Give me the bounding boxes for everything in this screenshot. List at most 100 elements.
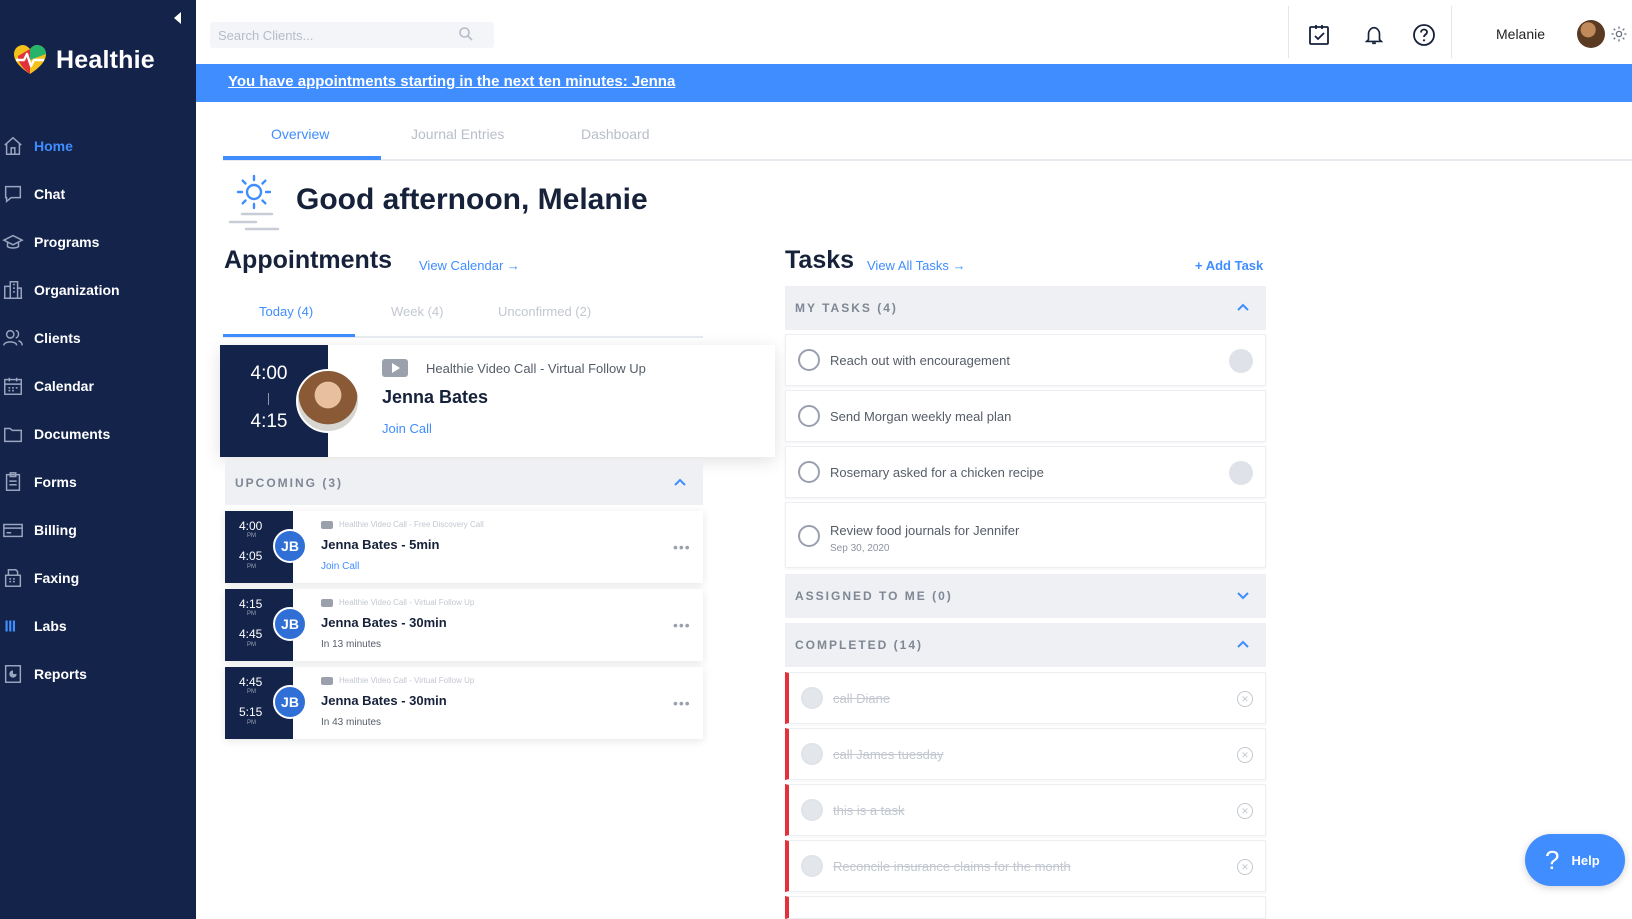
client-name[interactable]: Jenna Bates	[382, 387, 488, 408]
sidebar-item-forms[interactable]: Forms	[0, 458, 196, 506]
completed-checkbox[interactable]	[801, 687, 823, 709]
chevron-up-icon[interactable]	[1236, 637, 1250, 651]
client-initials-avatar[interactable]: JB	[273, 685, 307, 719]
ampm-label: PM	[247, 611, 256, 617]
completed-group-header[interactable]: COMPLETED (14)	[785, 623, 1266, 667]
search-input[interactable]	[218, 27, 448, 43]
sidebar-item-billing[interactable]: Billing	[0, 506, 196, 554]
client-search	[210, 22, 494, 48]
notifications-button[interactable]	[1359, 20, 1389, 50]
featured-appointment-card[interactable]: 4:00 4:15 Healthie Video Call - Virtual …	[220, 345, 775, 457]
completed-checkbox[interactable]	[801, 743, 823, 765]
task-item[interactable]: Send Morgan weekly meal plan	[785, 390, 1266, 442]
assignee-avatar[interactable]	[1229, 461, 1253, 485]
chevron-up-icon[interactable]	[673, 475, 687, 489]
appointment-title[interactable]: Jenna Bates - 5min	[321, 537, 440, 552]
view-all-tasks-link[interactable]: View All Tasks →	[867, 258, 966, 273]
remove-task-icon[interactable]: ✕	[1237, 747, 1253, 763]
chevron-up-icon[interactable]	[1236, 300, 1250, 314]
tab-unconfirmed[interactable]: Unconfirmed (2)	[498, 304, 591, 319]
view-calendar-link[interactable]: View Calendar →	[419, 258, 520, 273]
tab-journal-entries[interactable]: Journal Entries	[411, 126, 504, 142]
healthie-logo-icon	[14, 45, 46, 74]
completed-task-item[interactable]: this is a task ✕	[785, 784, 1266, 836]
assignee-avatar[interactable]	[1229, 349, 1253, 373]
completed-task-item[interactable]: Reconcile insurance claims for the month…	[785, 840, 1266, 892]
upcoming-appointment-card[interactable]: 4:15 PM 4:45 PM JB Healthie Video Call -…	[225, 589, 703, 661]
appointment-title[interactable]: Jenna Bates - 30min	[321, 615, 447, 630]
tasks-checkbox-button[interactable]	[1304, 20, 1334, 50]
sidebar-item-documents[interactable]: Documents	[0, 410, 196, 458]
tab-dashboard[interactable]: Dashboard	[581, 126, 650, 142]
task-item[interactable]: Review food journals for Jennifer Sep 30…	[785, 502, 1266, 568]
task-label: call Diane	[833, 691, 891, 706]
sidebar-item-chat[interactable]: Chat	[0, 170, 196, 218]
appointment-type: Healthie Video Call - Free Discovery Cal…	[339, 520, 484, 529]
my-tasks-group-header[interactable]: MY TASKS (4)	[785, 286, 1266, 330]
task-item[interactable]: Rosemary asked for a chicken recipe	[785, 446, 1266, 498]
divider	[1451, 6, 1452, 58]
tab-overview[interactable]: Overview	[271, 126, 329, 142]
task-label: Review food journals for Jennifer	[830, 523, 1020, 538]
task-item[interactable]: Reach out with encouragement	[785, 334, 1266, 386]
task-checkbox[interactable]	[798, 525, 820, 547]
client-avatar[interactable]	[296, 369, 360, 433]
sidebar-item-labs[interactable]: Labs	[0, 602, 196, 650]
greeting-title: Good afternoon, Melanie	[296, 183, 648, 216]
video-call-icon	[382, 359, 408, 377]
sidebar-item-label: Calendar	[34, 378, 94, 394]
help-button[interactable]: ? Help	[1525, 834, 1625, 886]
user-avatar[interactable]	[1577, 20, 1605, 48]
tab-today[interactable]: Today (4)	[259, 304, 313, 319]
appointment-alert-banner: You have appointments starting in the ne…	[196, 64, 1632, 102]
remove-task-icon[interactable]: ✕	[1237, 691, 1253, 707]
completed-checkbox[interactable]	[801, 855, 823, 877]
sidebar-item-reports[interactable]: Reports	[0, 650, 196, 698]
add-task-button[interactable]: + Add Task	[1195, 258, 1263, 273]
more-options-icon[interactable]: •••	[673, 617, 691, 633]
join-call-link[interactable]: Join Call	[321, 561, 359, 572]
collapse-sidebar-icon[interactable]	[174, 12, 181, 24]
search-icon[interactable]	[458, 26, 474, 42]
sidebar-item-label: Labs	[34, 618, 67, 634]
appointment-title[interactable]: Jenna Bates - 30min	[321, 693, 447, 708]
sidebar-item-label: Reports	[34, 666, 87, 682]
appointment-alert-link[interactable]: You have appointments starting in the ne…	[228, 73, 675, 90]
task-label: Rosemary asked for a chicken recipe	[830, 465, 1044, 480]
sidebar-item-home[interactable]: Home	[0, 122, 196, 170]
chevron-down-icon[interactable]	[1236, 588, 1250, 602]
task-checkbox[interactable]	[798, 461, 820, 483]
completed-checkbox[interactable]	[801, 799, 823, 821]
client-initials-avatar[interactable]: JB	[273, 529, 307, 563]
task-checkbox[interactable]	[798, 349, 820, 371]
remove-task-icon[interactable]: ✕	[1237, 803, 1253, 819]
divider	[1288, 6, 1289, 58]
user-name[interactable]: Melanie	[1496, 26, 1545, 42]
sidebar-item-calendar[interactable]: Calendar	[0, 362, 196, 410]
upcoming-group-header[interactable]: UPCOMING (3)	[225, 461, 703, 505]
help-question-button[interactable]	[1409, 20, 1439, 50]
task-checkbox[interactable]	[798, 405, 820, 427]
more-options-icon[interactable]: •••	[673, 539, 691, 555]
app-logo[interactable]: Healthie	[10, 40, 155, 80]
task-due-date: Sep 30, 2020	[830, 543, 890, 554]
ampm-label: PM	[247, 642, 256, 648]
join-call-link[interactable]: Join Call	[382, 421, 432, 436]
completed-task-item[interactable]: call Diane ✕	[785, 672, 1266, 724]
sidebar-item-clients[interactable]: Clients	[0, 314, 196, 362]
assigned-to-me-group-header[interactable]: ASSIGNED TO ME (0)	[785, 574, 1266, 618]
upcoming-header-label: UPCOMING (3)	[235, 476, 343, 490]
tab-week[interactable]: Week (4)	[391, 304, 444, 319]
sidebar-item-programs[interactable]: Programs	[0, 218, 196, 266]
completed-task-item[interactable]	[785, 896, 1266, 919]
gear-icon[interactable]	[1610, 25, 1628, 43]
completed-task-item[interactable]: call James tuesday ✕	[785, 728, 1266, 780]
sidebar-item-faxing[interactable]: Faxing	[0, 554, 196, 602]
upcoming-appointment-card[interactable]: 4:45 PM 5:15 PM JB Healthie Video Call -…	[225, 667, 703, 739]
more-options-icon[interactable]: •••	[673, 695, 691, 711]
remove-task-icon[interactable]: ✕	[1237, 859, 1253, 875]
sidebar-item-organization[interactable]: Organization	[0, 266, 196, 314]
upcoming-appointment-card[interactable]: 4:00 PM 4:05 PM JB Healthie Video Call -…	[225, 511, 703, 583]
client-initials-avatar[interactable]: JB	[273, 607, 307, 641]
sidebar-nav: Home Chat Programs Organization Clients …	[0, 122, 196, 698]
